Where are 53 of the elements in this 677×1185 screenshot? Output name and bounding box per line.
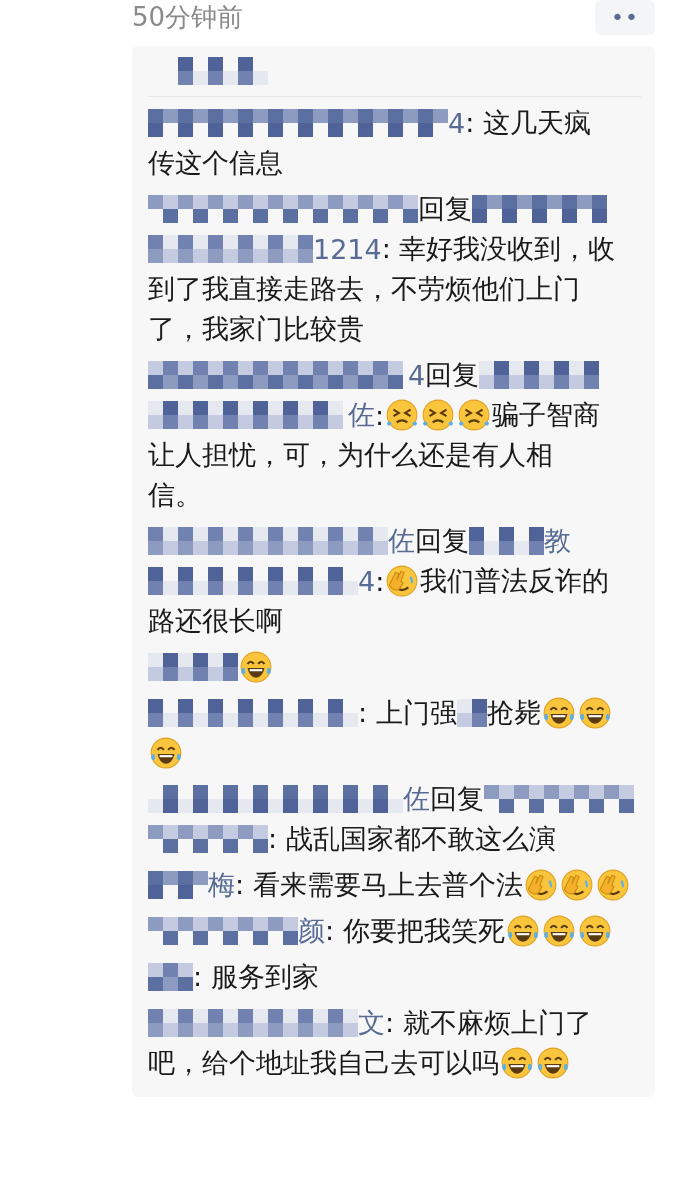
commenter-name[interactable]: 4: [408, 359, 426, 391]
facepalm-emoji-icon: [595, 868, 630, 902]
post-time: 50分钟前: [132, 1, 244, 34]
commenter-name[interactable]: 4: [448, 107, 466, 139]
comment-text: 让人担忧，可，为什么还是有人相: [148, 438, 553, 472]
comment-text: : 这几天疯: [465, 106, 591, 140]
comment-text: 吧，给个地址我自己去可以吗: [148, 1046, 499, 1080]
comment-text: 骗子智商: [492, 398, 601, 432]
comment-text: 传这个信息: [148, 146, 283, 180]
comment-text: : 你要把我笑死: [325, 914, 505, 948]
comment-text: 我们普法反诈的: [420, 564, 610, 598]
comment-text: :: [375, 399, 385, 431]
facepalm-emoji-icon: [385, 564, 420, 598]
comment-text: : 就不麻烦上门了: [385, 1006, 592, 1040]
more-button[interactable]: ••: [595, 0, 655, 35]
commenter-name[interactable]: 佐: [348, 397, 375, 433]
facepalm-emoji-icon: [559, 868, 594, 902]
comment-text: 到了我直接走路去，不劳烦他们上门: [148, 272, 580, 306]
commenter-name[interactable]: 佐: [388, 523, 415, 559]
reply-label: 回复: [415, 524, 469, 558]
crying-emoji-icon: [385, 398, 420, 432]
comment-text: 抢毙: [486, 696, 541, 730]
comment-text: : 看来需要马上去普个法: [235, 868, 523, 902]
comment-text: : 战乱国家都不敢这么演: [268, 822, 556, 856]
facepalm-emoji-icon: [523, 868, 558, 902]
commenter-name[interactable]: 梅: [208, 867, 235, 903]
commenter-name[interactable]: 教: [544, 523, 571, 559]
laughing-emoji-icon: [577, 914, 612, 948]
laughing-emoji-icon: [239, 650, 273, 684]
comment-text: : 服务到家: [193, 960, 319, 994]
comment-text: :: [375, 565, 385, 597]
commenter-name[interactable]: 佐: [403, 781, 430, 817]
commenter-name[interactable]: 1214: [313, 233, 382, 265]
comment-text: : 幸好我没收到，收: [381, 232, 616, 266]
laughing-emoji-icon: [505, 914, 540, 948]
laughing-emoji-icon: [536, 1046, 570, 1080]
comment-text: 了，我家门比较贵: [148, 312, 364, 346]
laughing-emoji-icon: [577, 696, 612, 730]
laughing-emoji-icon: [149, 736, 183, 770]
commenter-name[interactable]: 4: [358, 565, 376, 597]
comment-text: 路还很长啊: [148, 604, 283, 638]
crying-emoji-icon: [457, 398, 492, 432]
laughing-emoji-icon: [541, 914, 576, 948]
laughing-emoji-icon: [500, 1046, 534, 1080]
reply-label: 回复: [430, 782, 484, 816]
laughing-emoji-icon: [541, 696, 576, 730]
crying-emoji-icon: [421, 398, 456, 432]
reply-label: 回复: [418, 192, 472, 226]
comment-text: 信。: [148, 478, 202, 512]
reply-label: 回复: [425, 358, 480, 392]
comment-text: : 上门强: [358, 696, 457, 730]
commenter-name[interactable]: 文: [358, 1005, 385, 1041]
commenter-name[interactable]: 颜: [298, 913, 325, 949]
